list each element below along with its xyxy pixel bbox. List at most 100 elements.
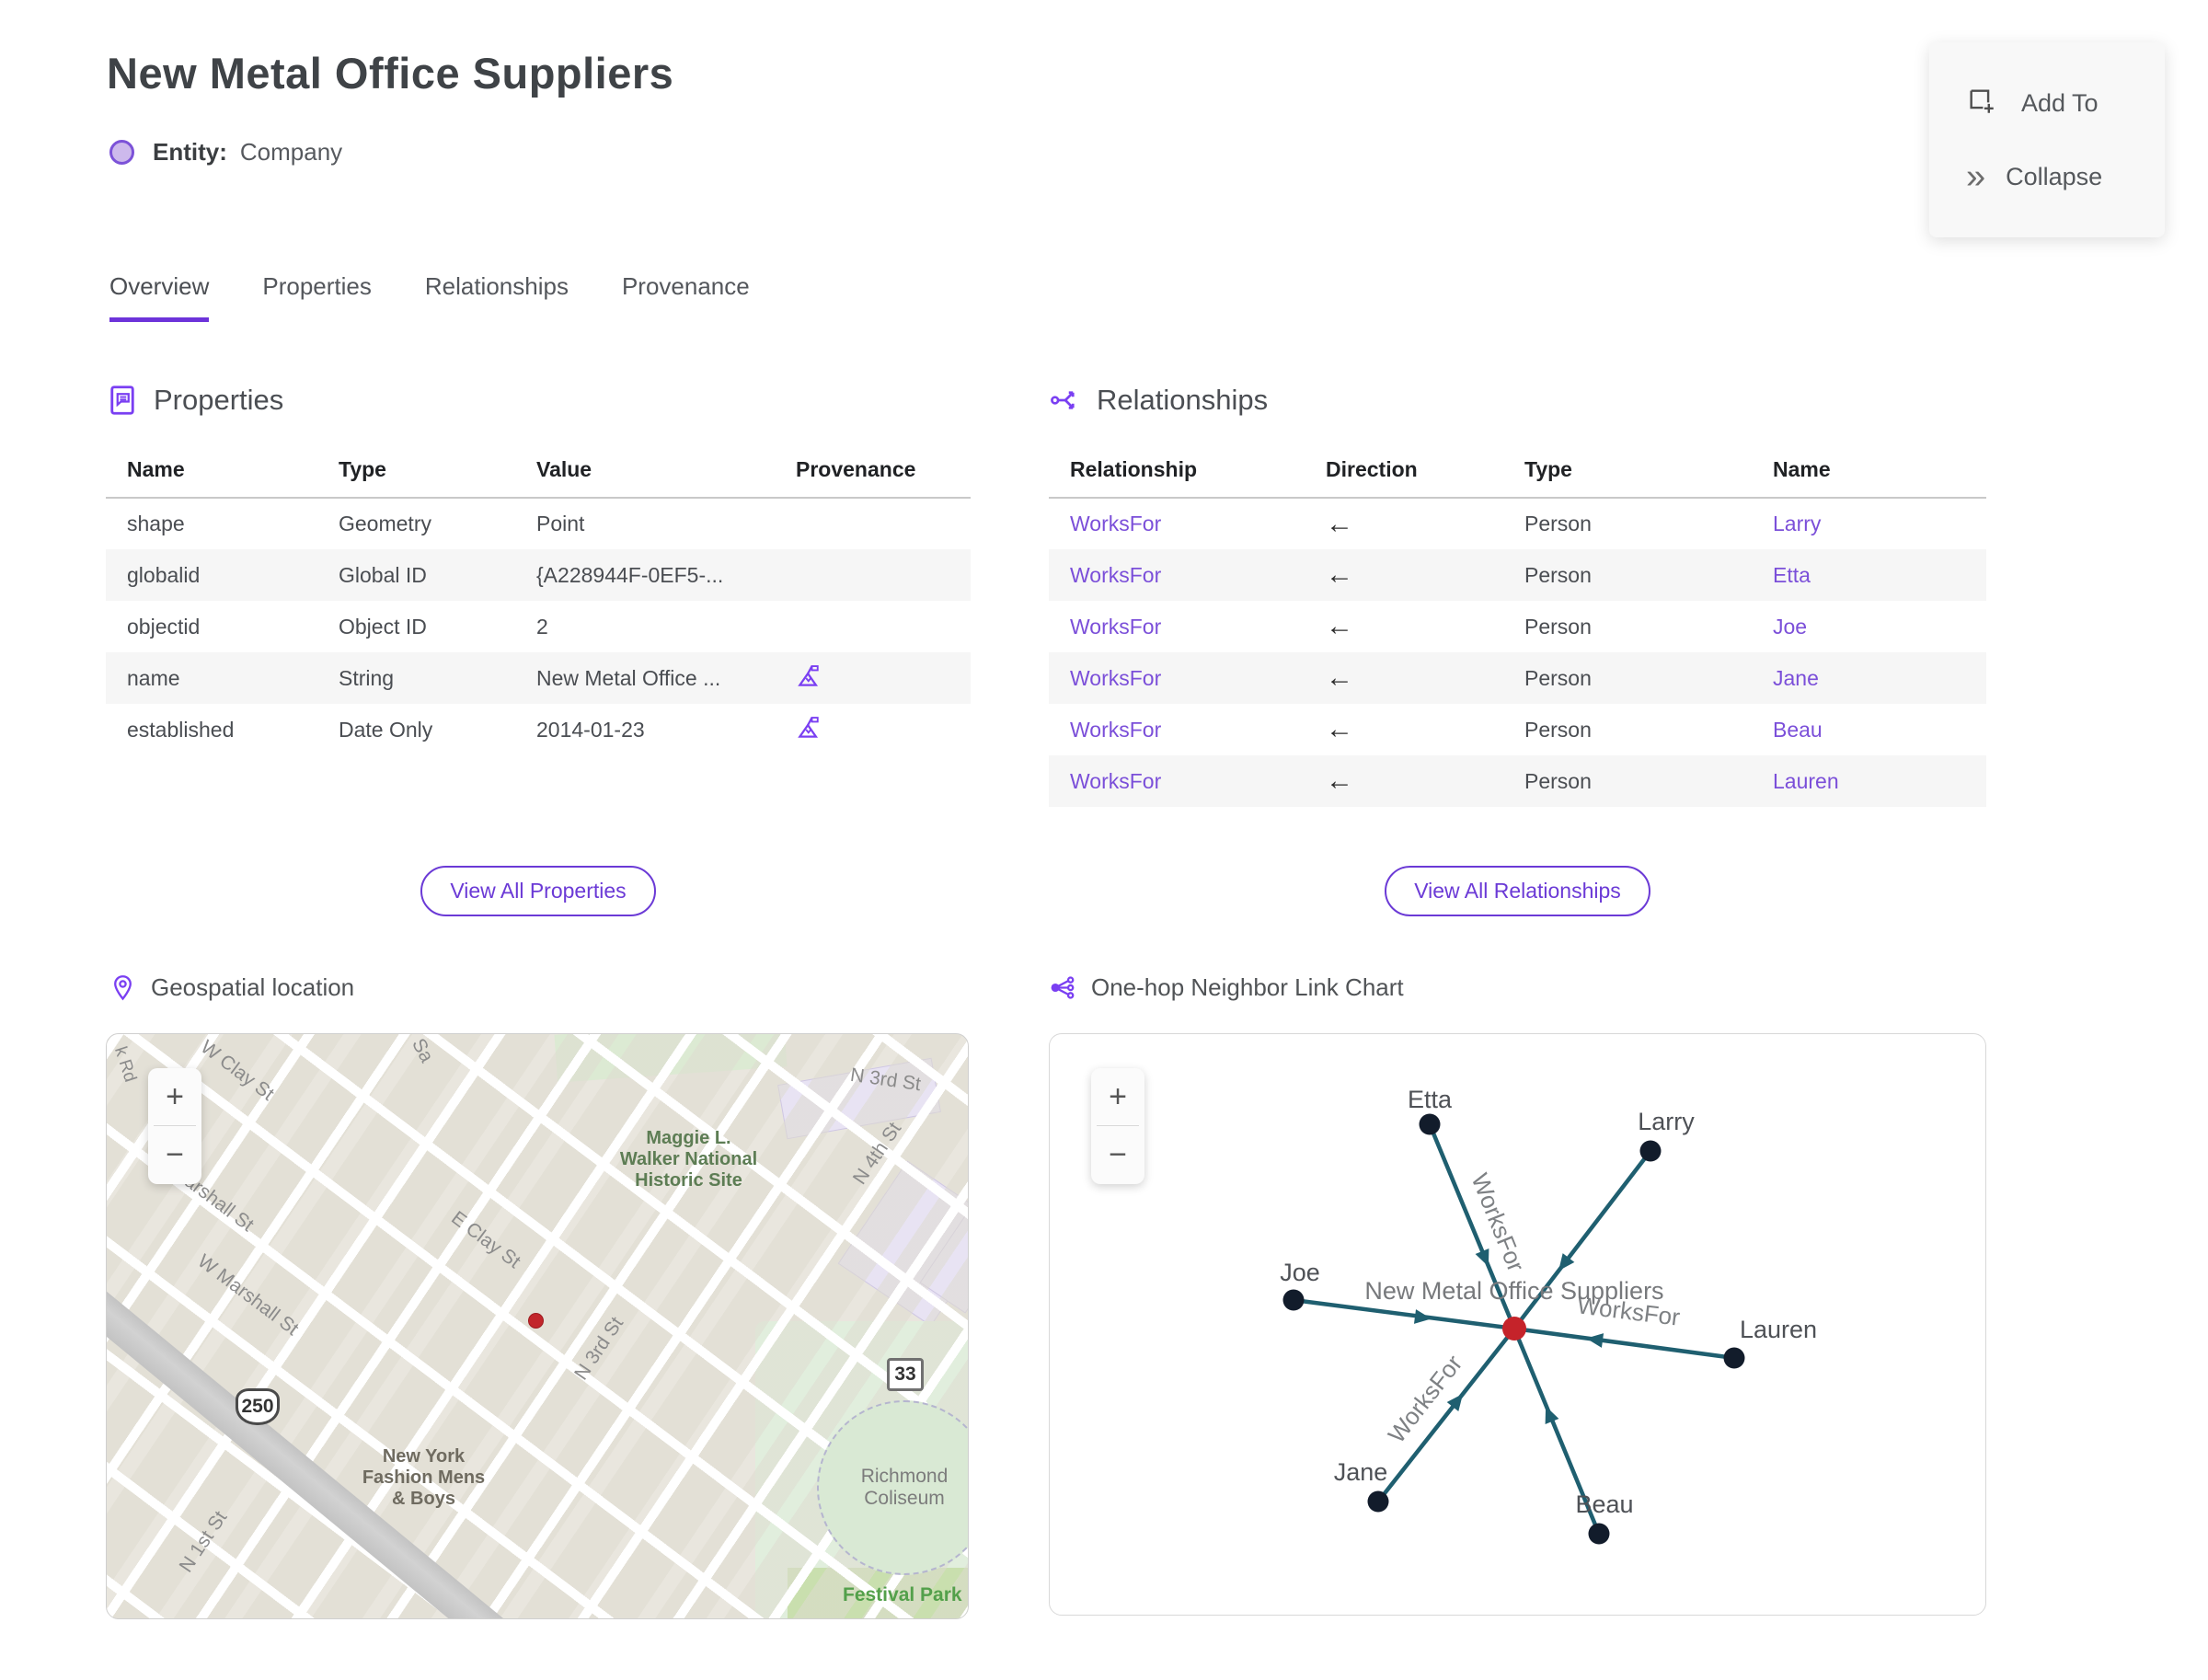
map-zoom-in-button[interactable]: + [148,1068,201,1125]
route-shield-33: 33 [887,1358,924,1391]
map-label-e-clay-st: E Clay St [447,1207,524,1273]
map-marker-entity-location[interactable] [528,1313,544,1329]
table-row: name String New Metal Office ... [106,652,971,704]
entity-type-badge [109,140,134,165]
view-all-relationships-button[interactable]: View All Relationships [1385,866,1650,916]
col-type: Type [1517,446,1765,499]
tab-properties[interactable]: Properties [262,272,372,322]
page-title: New Metal Office Suppliers [107,49,674,98]
entity-name-link[interactable]: Jane [1773,666,1819,690]
map-pin-icon [114,975,132,1001]
action-panel: Add To » Collapse [1929,42,2165,237]
entity-name-link[interactable]: Etta [1773,563,1811,587]
direction-arrow: ← [1326,611,1353,641]
relationships-section-header: Relationships [1049,384,1986,417]
chart-zoom-in-button[interactable]: + [1091,1068,1144,1125]
node-center-entity[interactable] [1502,1317,1526,1341]
rel-type: Person [1517,652,1765,704]
node-label-joe: Joe [1280,1259,1320,1286]
relationship-link[interactable]: WorksFor [1070,666,1161,690]
node-label-lauren: Lauren [1740,1316,1817,1343]
relationships-table: Relationship Direction Type Name WorksFo… [1049,446,1986,807]
relationship-link[interactable]: WorksFor [1070,563,1161,587]
provenance-flag-icon[interactable] [796,662,823,689]
relationships-section: Relationships Relationship Direction Typ… [1049,384,1986,916]
node-larry[interactable] [1639,1140,1662,1162]
link-chart-icon [1051,976,1075,999]
entity-name-link[interactable]: Lauren [1773,769,1839,793]
direction-arrow: ← [1326,714,1353,744]
node-beau[interactable] [1588,1523,1610,1545]
prop-value: 2014-01-23 [536,717,645,742]
node-jane[interactable] [1367,1490,1389,1513]
col-direction: Direction [1318,446,1517,499]
prop-name: shape [127,512,185,535]
tab-provenance[interactable]: Provenance [622,272,750,322]
edge-label-worksfor: WorksFor [1466,1169,1530,1276]
collapse-button[interactable]: » Collapse [1966,159,2165,194]
table-row: globalid Global ID {A228944F-0EF5-... [106,549,971,601]
relationship-link[interactable]: WorksFor [1070,512,1161,535]
table-row: WorksFor ← Person Joe [1049,601,1986,652]
map-park-area [554,1034,788,1083]
one-hop-link-chart[interactable]: WorksFor WorksFor WorksFor Etta Larry Jo… [1049,1033,1986,1616]
direction-arrow: ← [1326,559,1353,590]
prop-type: Global ID [331,549,529,601]
prop-type: Date Only [339,717,433,742]
add-to-button[interactable]: Add To [1966,86,2165,121]
tab-relationships[interactable]: Relationships [425,272,569,322]
properties-title: Properties [154,384,284,416]
add-to-label: Add To [2021,88,2099,117]
chart-zoom-out-button[interactable]: − [1091,1126,1144,1183]
map-highway [107,1238,788,1618]
node-label-larry: Larry [1638,1108,1695,1135]
view-all-properties-button[interactable]: View All Properties [420,866,656,916]
relationship-link[interactable]: WorksFor [1070,769,1161,793]
entity-name-link[interactable]: Beau [1773,718,1823,742]
entity-details-page: Add To » Collapse New Metal Office Suppl… [0,0,2208,1680]
link-chart-title: One-hop Neighbor Link Chart [1091,973,1404,1001]
col-relationship: Relationship [1049,446,1318,499]
relationship-link[interactable]: WorksFor [1070,615,1161,639]
col-provenance: Provenance [788,446,971,499]
table-row: objectid Object ID 2 [106,601,971,652]
route-shield-250: 250 [236,1388,280,1425]
node-etta[interactable] [1419,1113,1441,1135]
map-zoom-out-button[interactable]: − [148,1126,201,1183]
prop-value: Point [536,512,585,535]
col-type: Type [331,446,529,499]
overview-columns: Properties Name Type Value Provenance sh… [106,384,1987,972]
rel-type: Person [1517,755,1765,807]
provenance-flag-icon[interactable] [796,713,823,741]
properties-section-header: Properties [106,384,971,417]
direction-arrow: ← [1326,662,1353,693]
entity-type-value: Company [239,138,343,166]
tab-overview[interactable]: Overview [109,272,210,322]
geospatial-map[interactable]: Richmond Coliseum k Rd W Clay St Sa arsh… [106,1033,969,1619]
col-name: Name [1765,446,1986,499]
geospatial-title: Geospatial location [151,973,355,1001]
direction-arrow: ← [1326,765,1353,796]
node-label-etta: Etta [1408,1086,1453,1113]
table-row: WorksFor ← Person Jane [1049,652,1986,704]
geospatial-section-header: Geospatial location [109,973,354,1002]
node-lauren[interactable] [1723,1347,1745,1369]
map-label-maggie-walker-site: Maggie L. Walker National Historic Site [619,1128,758,1191]
col-name: Name [106,446,331,499]
node-joe[interactable] [1282,1289,1305,1311]
rel-type: Person [1524,614,1592,639]
prop-value: New Metal Office ... [529,652,788,704]
node-label-jane: Jane [1334,1458,1388,1486]
map-label-ny-fashion: New York Fashion Mens & Boys [362,1446,486,1509]
collapse-label: Collapse [2006,162,2103,190]
properties-section: Properties Name Type Value Provenance sh… [106,384,971,916]
relationship-link[interactable]: WorksFor [1070,718,1161,742]
map-label-sa: Sa [408,1035,438,1066]
chart-zoom-control: + − [1091,1068,1144,1184]
properties-table: Name Type Value Provenance shape Geometr… [106,446,971,755]
entity-label: Entity: [153,138,227,166]
add-to-icon [1966,86,1997,121]
entity-name-link[interactable]: Larry [1773,512,1821,535]
entity-name-link[interactable]: Joe [1773,615,1807,639]
prop-type: String [331,652,529,704]
